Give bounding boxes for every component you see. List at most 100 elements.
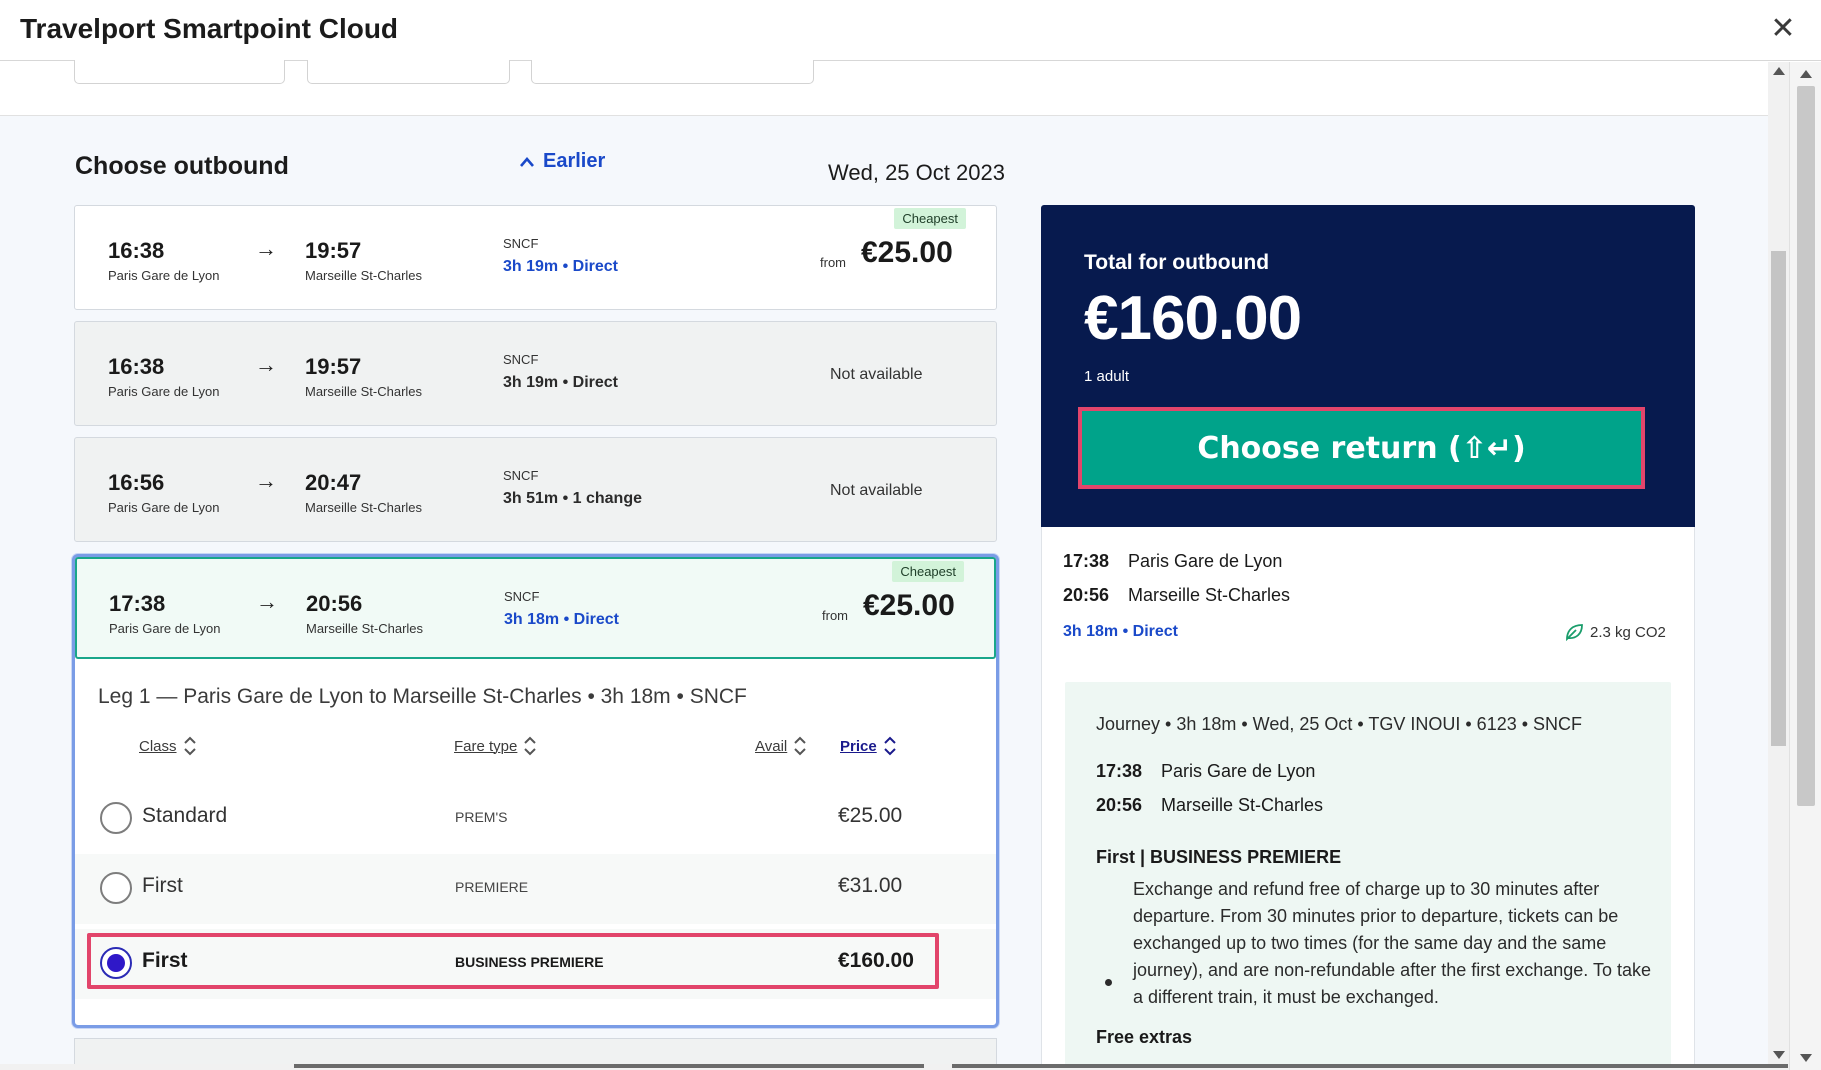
arrow-right-icon: → [255,468,277,493]
scroll-up-icon[interactable] [1800,70,1812,78]
departure-station: Paris Gare de Lyon [108,500,220,515]
availability-status: Not available [830,482,923,499]
filter-input-1[interactable] [74,60,285,84]
filter-input-2[interactable] [307,60,510,84]
journey-card[interactable]: 16:38 Paris Gare de Lyon → 19:57 Marseil… [74,205,997,310]
outbound-summary: Total for outbound €160.00 1 adult Choos… [1041,205,1695,527]
detail-arrival-station: Marseille St-Charles [1161,795,1324,815]
inner-scrollbar[interactable] [1768,62,1789,1064]
fare-description: Exchange and refund free of charge up to… [1133,879,1651,1007]
scrollbar-thumb[interactable] [294,1064,924,1068]
journey-card-selected[interactable]: 17:38 Paris Gare de Lyon → 20:56 Marseil… [75,557,996,659]
journey-card[interactable]: 16:56 Paris Gare de Lyon → 20:47 Marseil… [74,437,997,542]
fare-class: First [142,874,183,897]
close-icon[interactable]: ✕ [1766,12,1800,46]
operator: SNCF [503,236,539,251]
arrival-station: Marseille St-Charles [305,500,423,515]
detail-arrival-time: 20:56 [1096,795,1143,815]
fare-price: €25.00 [838,804,903,827]
summary-departure-time: 17:38 [1063,551,1110,571]
avail-column-label: Avail [755,737,788,755]
scrollbar-thumb[interactable] [1771,251,1786,746]
cheapest-badge: Cheapest [894,208,966,229]
fare-class: First [142,949,188,972]
title-bar: Travelport Smartpoint Cloud ✕ [0,0,1821,61]
operator: SNCF [504,589,540,604]
total-price: €160.00 [1084,284,1302,353]
journey-price: €25.00 [863,589,955,622]
arrival-time: 19:57 [305,354,362,379]
leaf-icon [1566,624,1583,641]
fare-row[interactable]: Standard PREM'S €25.00 [75,784,996,854]
availability-status: Not available [830,366,923,383]
fare-radio[interactable] [100,802,132,834]
bullet-icon [1105,979,1112,986]
arrival-station: Marseille St-Charles [306,621,424,636]
fare-radio[interactable] [100,872,132,904]
journey-summary: 17:38 Paris Gare de Lyon 20:56 Marseille… [1041,527,1695,1064]
outer-scrollbar[interactable] [1789,62,1821,1070]
horizontal-scrollbar[interactable] [0,1064,1789,1070]
summary-departure-station: Paris Gare de Lyon [1128,551,1283,571]
fare-heading: First | BUSINESS PREMIERE [1096,847,1342,867]
journey-date: Wed, 25 Oct 2023 [828,160,1005,185]
fare-type: PREM'S [455,809,508,825]
earlier-label: Earlier [543,150,606,172]
cheapest-badge: Cheapest [892,561,964,582]
class-column-label: Class [139,737,177,755]
sort-avail-header[interactable]: Avail [755,735,806,757]
fare-price: €160.00 [838,949,914,972]
journey-card[interactable] [74,1038,997,1064]
duration: 3h 19m • Direct [503,258,618,275]
arrival-time: 20:47 [305,470,362,495]
sort-icon [883,736,896,756]
earlier-button[interactable]: Earlier [519,150,605,173]
arrival-time: 19:57 [305,238,362,263]
fare-type: PREMIERE [455,879,529,895]
price-column-label: Price [840,737,877,755]
arrival-station: Marseille St-Charles [305,384,423,399]
sort-fare-type-header[interactable]: Fare type [454,735,537,757]
journey-card[interactable]: 16:38 Paris Gare de Lyon → 19:57 Marseil… [74,321,997,426]
departure-time: 17:38 [109,591,166,616]
journey-info: Journey • 3h 18m • Wed, 25 Oct • TGV INO… [1096,714,1583,734]
scroll-down-icon[interactable] [1773,1051,1785,1059]
operator: SNCF [503,352,539,367]
sort-icon [794,736,806,756]
sort-icon [183,736,196,756]
operator: SNCF [503,468,539,483]
departure-station: Paris Gare de Lyon [108,268,220,283]
fare-radio-selected[interactable] [100,947,132,979]
sort-class-header[interactable]: Class [139,735,196,757]
fare-details: Journey • 3h 18m • Wed, 25 Oct • TGV INO… [1065,682,1671,1064]
selected-journey-panel: 17:38 Paris Gare de Lyon → 20:56 Marseil… [72,554,999,1028]
fare-row[interactable]: First PREMIERE €31.00 [75,854,996,924]
results-content: Choose outbound Earlier Wed, 25 Oct 2023… [0,116,1768,1064]
free-extras-heading: Free extras [1096,1027,1193,1047]
summary-arrival-station: Marseille St-Charles [1128,585,1291,605]
sort-icon [524,736,537,756]
sort-price-header[interactable]: Price [840,735,896,757]
summary-duration: 3h 18m • Direct [1063,623,1178,640]
co2-emissions: 2.3 kg CO2 [1564,623,1666,641]
filter-input-3[interactable] [531,60,814,84]
search-filters-strip [0,60,1768,116]
departure-station: Paris Gare de Lyon [109,621,221,636]
passenger-count: 1 adult [1084,368,1130,385]
duration: 3h 51m • 1 change [503,490,642,507]
departure-time: 16:38 [108,354,165,379]
duration: 3h 18m • Direct [504,611,619,628]
scrollbar-thumb[interactable] [1797,86,1815,806]
app-title: Travelport Smartpoint Cloud [20,13,399,44]
scrollbar-thumb[interactable] [952,1064,1788,1068]
journey-price: €25.00 [861,236,953,269]
fare-type: BUSINESS PREMIERE [455,954,604,970]
fare-row-selected[interactable]: First BUSINESS PREMIERE €160.00 [75,929,996,999]
scroll-down-icon[interactable] [1800,1054,1812,1062]
departure-time: 16:56 [108,470,165,495]
detail-departure-station: Paris Gare de Lyon [1161,761,1316,781]
summary-arrival-time: 20:56 [1063,585,1110,605]
scroll-up-icon[interactable] [1773,67,1785,75]
choose-return-button[interactable]: Choose return (⇧↵) [1078,407,1645,489]
fare-price: €31.00 [838,874,903,897]
